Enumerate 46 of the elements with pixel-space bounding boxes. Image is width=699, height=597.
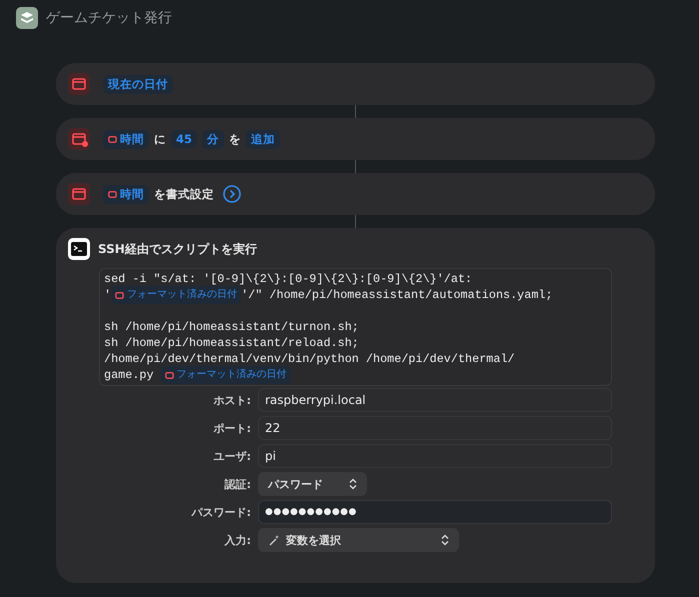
up-down-chevron-icon [349, 478, 357, 490]
magic-wand-icon [268, 534, 280, 546]
script-text: ' [104, 287, 112, 303]
field-label: パスワード: [190, 504, 251, 520]
chevron-circle-icon[interactable] [223, 185, 241, 203]
password-field[interactable]: ●●●●●●●●●●● [258, 500, 612, 524]
script-text: sh /home/pi/homeassistant/reload.sh; [104, 335, 359, 351]
variable-token[interactable]: 時間 [103, 184, 149, 204]
terminal-icon [68, 238, 90, 260]
up-down-chevron-icon [441, 534, 449, 546]
parameter-token[interactable]: 45 [171, 130, 198, 148]
field-label: ポート: [212, 420, 251, 436]
script-text: sh /home/pi/homeassistant/turnon.sh; [104, 319, 359, 335]
variable-icon [115, 290, 124, 300]
action-text: に [154, 132, 166, 146]
calendar-icon [68, 128, 90, 150]
field-label: ユーザ: [212, 448, 251, 464]
action-text: を書式設定 [154, 186, 214, 202]
input-field[interactable]: pi [258, 444, 612, 468]
input-field[interactable]: 22 [258, 416, 612, 440]
variable-popup[interactable]: 変数を選択 [258, 528, 459, 552]
layers-app-icon [16, 7, 38, 29]
script-text: /home/pi/dev/thermal/venv/bin/python /home/pi/dev/thermal/ [104, 351, 515, 367]
auth-popup[interactable]: パスワード [258, 472, 367, 496]
action-text: を [229, 132, 242, 146]
script-text: sed -i "s/at: '[0-9]\{2\}:[0-9]\{2\}:[0-9]\{2\}'/at: [104, 271, 472, 287]
parameter-token[interactable]: 現在の日付 [103, 74, 173, 94]
parameter-token[interactable]: 分 [202, 130, 224, 148]
variable-icon [108, 134, 117, 144]
action-title: SSH経由でスクリプトを実行 [98, 240, 257, 258]
script-field[interactable] [99, 268, 612, 386]
field-label: 入力: [224, 532, 251, 548]
script-text: game.py [104, 367, 155, 383]
input-field[interactable]: raspberrypi.local [258, 388, 612, 412]
field-label: ホスト: [212, 392, 251, 408]
variable-token[interactable]: フォーマット済みの日付 [160, 366, 291, 384]
script-text: '/" /home/pi/homeassistant/automations.yaml; [241, 287, 553, 303]
field-label: 認証: [223, 476, 251, 492]
calendar-icon [68, 73, 90, 95]
window-title: ゲームチケット発行 [46, 9, 172, 27]
variable-token[interactable]: フォーマット済みの日付 [111, 286, 242, 304]
variable-token[interactable]: 時間 [103, 130, 149, 148]
variable-icon [108, 190, 117, 198]
parameter-token[interactable]: 追加 [246, 130, 280, 148]
calendar-icon [68, 183, 90, 205]
variable-icon [164, 370, 174, 380]
